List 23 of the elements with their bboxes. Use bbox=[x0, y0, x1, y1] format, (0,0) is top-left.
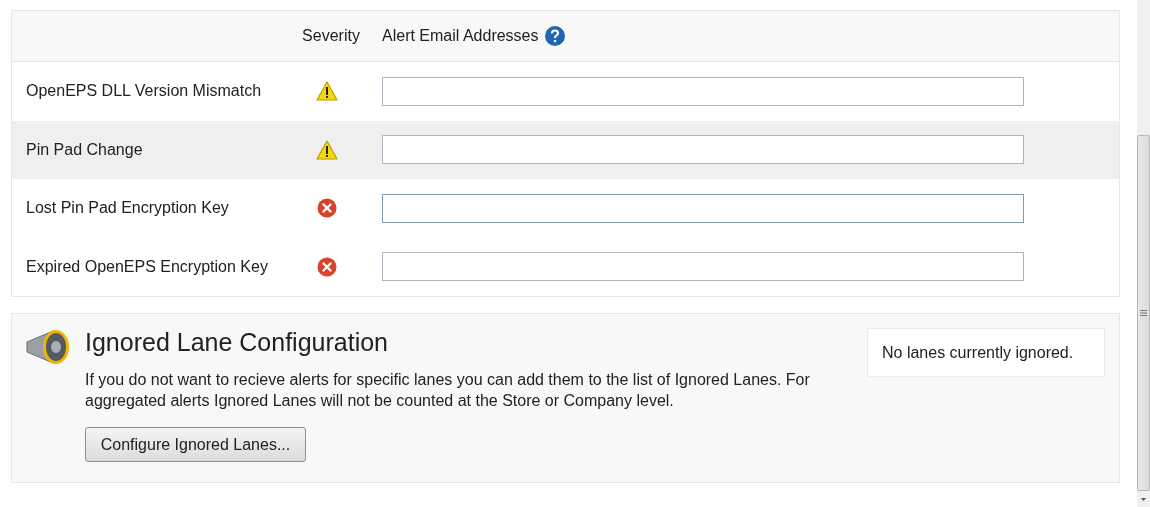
alert-name: Lost Pin Pad Encryption Key bbox=[25, 199, 229, 218]
scrollbar[interactable] bbox=[1137, 0, 1150, 507]
megaphone-icon bbox=[25, 328, 71, 366]
section-title: Ignored Lane Configuration bbox=[85, 328, 388, 357]
email-input-field[interactable] bbox=[382, 193, 1024, 223]
error-icon bbox=[317, 198, 337, 219]
column-header: Severity bbox=[302, 27, 360, 45]
alert-name: Expired OpenEPS Encryption Key bbox=[25, 257, 268, 276]
section-description: If you do not want to recieve alerts for specific lanes you can add them to the list of Ignored Lanes. For aggregated alerts Ignored Lanes will not be counted at the Store or Company level. bbox=[85, 370, 811, 411]
email-input-field[interactable] bbox=[382, 135, 1024, 165]
alert-name: Pin Pad Change bbox=[25, 140, 143, 159]
ignored-lanes-status: No lanes currently ignored. bbox=[867, 328, 1105, 377]
email-input-field[interactable] bbox=[382, 76, 1024, 106]
scroll-thumb[interactable] bbox=[1137, 135, 1150, 491]
error-icon bbox=[317, 256, 337, 277]
alert-name: OpenEPS DLL Version Mismatch bbox=[25, 82, 262, 101]
column-header: Alert Email Addresses bbox=[382, 27, 539, 45]
warning-icon bbox=[316, 139, 338, 160]
email-input-field[interactable] bbox=[382, 252, 1024, 282]
help-icon[interactable] bbox=[544, 26, 565, 46]
configure-button[interactable]: Configure Ignored Lanes... bbox=[85, 427, 306, 462]
warning-icon bbox=[316, 81, 338, 102]
grip-icon bbox=[1140, 310, 1147, 316]
